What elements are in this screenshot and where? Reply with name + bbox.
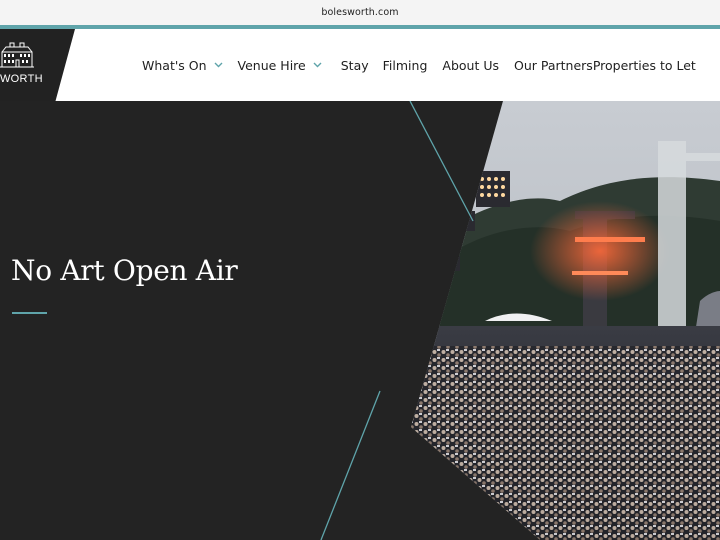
hero-title: No Art Open Air xyxy=(11,254,238,287)
nav-label: Properties to Let xyxy=(592,57,696,73)
nav-our-partners[interactable]: Our Partners xyxy=(514,58,593,73)
nav-filming[interactable]: Filming xyxy=(383,58,428,73)
chevron-down-icon xyxy=(313,62,322,68)
nav-properties-to-let[interactable]: Properties to Let xyxy=(593,58,696,73)
nav-label: About Us xyxy=(442,57,499,73)
nav-label: Our Partners xyxy=(513,57,593,73)
browser-address-bar[interactable]: bolesworth.com xyxy=(0,0,720,25)
nav-label: Filming xyxy=(382,57,428,73)
nav-stay[interactable]: Stay xyxy=(341,58,369,73)
main-nav: What's On Venue Hire Stay Filming About … xyxy=(142,56,696,74)
title-underline xyxy=(12,312,47,314)
nav-label: What's On xyxy=(142,57,207,73)
nav-whats-on[interactable]: What's On xyxy=(142,58,223,73)
nav-label: Venue Hire xyxy=(237,57,306,73)
nav-venue-hire[interactable]: Venue Hire xyxy=(238,58,322,73)
chevron-down-icon xyxy=(214,62,223,68)
url-text: bolesworth.com xyxy=(321,7,399,18)
page: { "browser": { "url": "bolesworth.com" }… xyxy=(0,0,720,540)
nav-label: Stay xyxy=(340,57,369,73)
nav-about-us[interactable]: About Us xyxy=(442,58,499,73)
estate-building-icon[interactable] xyxy=(0,41,36,69)
logo-wordmark[interactable]: WORTH xyxy=(0,73,43,85)
